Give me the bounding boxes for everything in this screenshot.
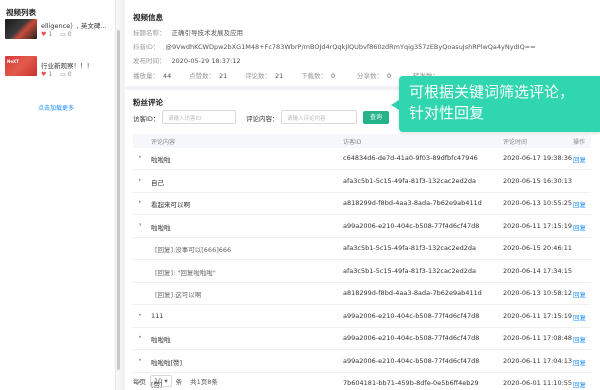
content-label: 评论内容： [246,115,279,123]
callout-pointer [391,100,399,110]
comment-time: 2020-06-01 11:10:55 [503,379,573,387]
comment-content: [回复]:这可以啊 [155,291,202,299]
caret-right-icon[interactable]: ▸ [139,177,142,183]
page-size-select[interactable]: 10 ▾ [150,375,172,387]
reply-button[interactable]: 回复 [573,357,586,367]
comment-content: 自己 [151,178,164,187]
reply-button[interactable]: 回复 [573,199,586,209]
video-list-panel: 视频列表 elligence）, 英文碑... ♥ 1 ▭ 0 NeXT 行业新… [0,0,116,390]
caret-right-icon[interactable]: ▸ [139,357,142,363]
comment-content: 啦啦啦[赞] [151,358,183,367]
video-item[interactable]: elligence）, 英文碑... ♥ 1 ▭ 0 [5,19,111,41]
feature-callout: 可根据关键词筛选评论， 针对性回复 [399,76,600,132]
reply-button[interactable]: 回复 [573,289,586,299]
comment-icon: ▭ [60,31,66,38]
reply-button[interactable]: 回复 [573,379,586,389]
visitor-id: a818299d-f8bd-4aa3-8ada-7b62e9ab411d [343,289,482,297]
table-row[interactable]: ▸ 看起来可以啊 a818299d-f8bd-4aa3-8ada-7b62e9ab4… [133,193,591,215]
comment-time: 2020-06-13 10:55:25 [503,199,573,207]
comment-content: [回复]:没事可以[666]666 [155,246,232,254]
caret-right-icon[interactable]: ▸ [139,154,142,160]
table-row[interactable]: [回复]:这可以啊 a818299d-f8bd-4aa3-8ada-7b62e9a… [133,283,591,305]
table-row[interactable]: [回复]:没事可以[666]666 afa3c5b1-5c15-49fa-81f3… [133,238,591,260]
reply-button[interactable]: 回复 [573,154,586,164]
table-row[interactable]: ▸ 啦啦啦 c64834d6-de7d-41a0-9f03-89dfbfc47946… [133,148,591,170]
table-row[interactable]: ▾ 啦啦啦 a99a2006-e210-404c-b508-77f4d6cf47d8… [133,216,591,238]
comment-content: 111 [151,311,164,320]
thumbnail-logo: NeXT [7,59,19,64]
reply-button[interactable]: 回复 [573,334,586,344]
chevron-down-icon: ▾ [164,377,168,385]
visitor-id: 7b604181-bb71-459b-8dfe-0e5b6ff4eb29 [343,379,479,387]
video-title: elligence）, 英文碑... [41,22,107,30]
video-title: 行业新观察！！！ [41,62,93,70]
comment-content: 看起来可以啊 [151,201,190,209]
comment-time: 2020-06-14 17:34:15 [503,266,573,275]
content-input[interactable]: 请输入评论内容 [281,110,357,124]
stat-likes: 点赞数： 21 [189,72,228,80]
pagination: 每页 10 ▾ 条 共1页8条 [133,375,218,387]
comment-content: 啦啦啦 [151,156,171,164]
comment-time: 2020-06-15 20:46:11 [503,244,573,252]
comment-time: 2020-06-17 19:38:36 [503,154,573,162]
video-list-title: 视频列表 [6,8,36,17]
visitor-id: c64834d6-de7d-41a0-9f03-89dfbfc47946 [343,154,478,162]
visitor-id-input[interactable]: 请输入访客ID [162,110,236,124]
table-row[interactable]: ▸ 啦啦啦 a99a2006-e210-404c-b508-77f4d6cf47d8… [133,328,591,350]
scrollbar-thumb[interactable] [117,30,120,370]
comment-time: 2020-06-15 16:30:13 [503,176,573,185]
comment-content: 啦啦啦 [151,336,171,344]
table-row[interactable]: ▸ 111 a99a2006-e210-404c-b508-77f4d6cf47d8… [133,306,591,328]
reply-button[interactable]: 回复 [573,222,586,232]
comments-table-header: 评论内容 访客ID 评论时间 操作 [133,134,591,148]
main-content: 视频信息 标题名称： 正确引导技术发展及应用 抖音ID： @9VwdhKCWDpw2… [125,0,600,390]
comment-time: 2020-06-11 17:08:48 [503,334,573,342]
comment-time: 2020-06-13 10:58:12 [503,289,573,297]
load-more-link[interactable]: 点击加载更多 [38,103,74,112]
table-row[interactable]: ▸ 啦啦啦[赞] a99a2006-e210-404c-b508-77f4d6cf4… [133,351,591,373]
reply-button[interactable]: 回复 [573,312,586,322]
visitor-id: a99a2006-e210-404c-b508-77f4d6cf47d8 [343,356,480,365]
caret-right-icon[interactable]: ▸ [139,334,142,340]
visitor-id: a99a2006-e210-404c-b508-77f4d6cf47d8 [343,311,480,320]
visitor-id-label: 访客ID： [133,115,160,123]
stat-plays: 播放量： 44 [133,72,172,80]
pagination-total: 共1页8条 [190,378,218,386]
visitor-id: afa3c5b1-5c15-49fa-81f3-132cac2ed2da [343,244,477,252]
visitor-id: afa3c5b1-5c15-49fa-81f3-132cac2ed2da [343,176,477,185]
heart-icon: ♥ [41,71,47,78]
stat-downloads: 下载数： 0 [301,72,336,80]
video-item[interactable]: NeXT 行业新观察！！！ ♥ 1 ▭ 0 [5,56,111,78]
stat-comments: 评论数： 21 [245,72,284,80]
video-info-title: 视频信息 [133,13,163,22]
comment-content: [回复]: "回复啦啦啦" [155,268,216,277]
comment-content: 啦啦啦 [151,223,171,232]
video-thumbnail: NeXT [5,56,37,76]
caret-right-icon[interactable]: ▸ [139,199,142,205]
comment-icon: ▭ [60,71,66,78]
visitor-id: a99a2006-e210-404c-b508-77f4d6cf47d8 [343,334,480,342]
heart-icon: ♥ [41,31,47,38]
search-button[interactable]: 查询 [363,111,389,124]
visitor-id: a818299d-f8bd-4aa3-8ada-7b62e9ab411d [343,199,482,207]
video-title-row: 标题名称： 正确引导技术发展及应用 [133,29,243,37]
comment-time: 2020-06-11 17:04:13 [503,356,573,365]
visitor-id: afa3c5b1-5c15-49fa-81f3-132cac2ed2da [343,266,477,275]
caret-right-icon[interactable]: ▸ [139,312,142,318]
publish-time-row: 发布时间： 2020-05-29 18:37:12 [133,57,241,65]
visitor-id: a99a2006-e210-404c-b508-77f4d6cf47d8 [343,221,480,230]
comments-title: 粉丝评论 [133,98,163,107]
video-id-row: 抖音ID： @9VwdhKCWDpw2bXG1M48+Fc783WbrP/mBOJ… [133,43,536,51]
table-row[interactable]: ▸ 自己 afa3c5b1-5c15-49fa-81f3-132cac2ed2da 2… [133,171,591,193]
caret-down-icon[interactable]: ▾ [139,222,142,228]
video-thumbnail [5,19,37,39]
comment-time: 2020-06-11 17:15:19 [503,221,573,230]
comment-time: 2020-06-11 17:15:19 [503,311,573,320]
table-row[interactable]: [回复]: "回复啦啦啦" afa3c5b1-5c15-49fa-81f3-132… [133,261,591,283]
